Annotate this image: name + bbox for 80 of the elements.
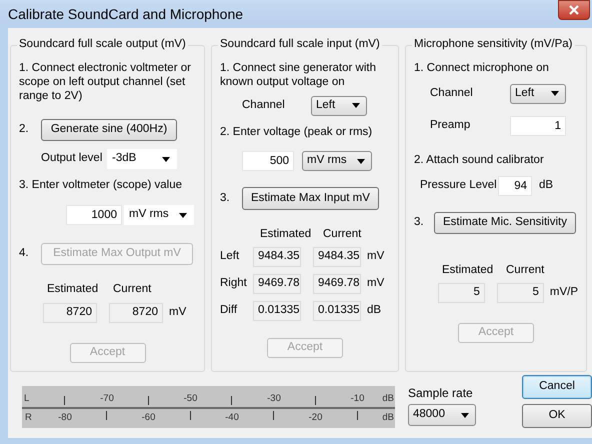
instruction-text: 1. Connect electronic voltmeter or scope on left output channel (set range to 2V) — [19, 62, 192, 104]
column-header: Estimated — [47, 283, 100, 297]
scale-label: -20 — [308, 412, 322, 424]
caret-icon — [357, 158, 365, 164]
readout-field: 8720 — [43, 302, 97, 323]
close-button[interactable] — [558, 0, 590, 20]
unit-label: mV — [367, 250, 384, 264]
readout-field: 5 — [438, 283, 485, 304]
readout-field: 9469.78 — [253, 274, 301, 294]
dropdown[interactable]: -3dB — [107, 149, 177, 170]
unit-label: dB — [382, 412, 394, 424]
caret-icon — [162, 156, 170, 162]
dialog-button[interactable]: OK — [522, 404, 592, 428]
push-button[interactable]: Generate sine (400Hz) — [41, 119, 177, 142]
readout-field: 0.01335 — [313, 301, 361, 322]
scale-label: -80 — [58, 412, 72, 424]
step-number: 4. — [19, 247, 30, 262]
unit-label: dB — [367, 304, 382, 318]
instruction-text: 1. Connect microphone on — [414, 62, 550, 76]
field-label: Output level — [41, 152, 104, 166]
column-header: Estimated — [260, 228, 312, 242]
row-label: Right — [220, 277, 248, 292]
instruction-text: 3. Enter voltmeter (scope) value — [19, 179, 183, 194]
dropdown[interactable]: mV rms — [302, 151, 372, 172]
readout-field: 9469.78 — [313, 274, 361, 294]
instruction-text: 2. Enter voltage (peak or rms) — [220, 126, 374, 140]
dropdown[interactable]: Left — [510, 84, 566, 104]
scale-label: -40 — [225, 412, 239, 424]
step-number: 2. — [19, 123, 30, 138]
scale-label: -70 — [100, 393, 114, 404]
dropdown[interactable]: mV rms — [124, 205, 194, 226]
unit-label: dB — [382, 393, 394, 404]
input-field[interactable]: 1000 — [66, 205, 122, 226]
readout-field: 0.01335 — [253, 301, 301, 322]
readout-field: 5 — [496, 283, 544, 304]
input-field[interactable]: 1 — [510, 116, 566, 136]
step-number: 3. — [414, 216, 425, 230]
dropdown[interactable]: 48000 — [408, 404, 476, 426]
unit-label: mV — [169, 306, 186, 320]
readout-field: 9484.35 — [313, 247, 361, 268]
field-label: Channel — [430, 86, 474, 101]
field-label: Sample rate — [408, 386, 474, 400]
scale-label: -60 — [142, 412, 156, 424]
row-label: Diff — [220, 304, 238, 318]
field-label: Preamp — [430, 118, 472, 133]
scale-label: -10 — [350, 393, 364, 404]
meter-label: R — [25, 412, 32, 424]
group-title: Soundcard full scale output (mV) — [17, 38, 188, 52]
unit-label: mV/P — [550, 286, 578, 300]
scale-label: -50 — [184, 393, 198, 404]
step-number: 3. — [220, 192, 231, 206]
close-icon — [569, 5, 579, 15]
instruction-text: 2. Attach sound calibrator — [414, 154, 545, 168]
caret-icon — [461, 412, 469, 418]
unit-label: dB — [539, 178, 554, 192]
caret-icon — [179, 212, 187, 218]
row-label: Left — [220, 250, 240, 264]
group-title: Microphone sensitivity (mV/Pa) — [412, 38, 574, 52]
meter-label: L — [24, 393, 30, 404]
group-title: Soundcard full scale input (mV) — [218, 38, 382, 52]
caret-icon — [551, 91, 559, 96]
column-header: Current — [506, 264, 544, 278]
dialog-button[interactable]: Cancel — [522, 375, 592, 399]
dropdown[interactable]: Left — [311, 96, 367, 116]
column-header: Current — [323, 228, 362, 242]
unit-label: mV — [367, 277, 384, 292]
field-label: Channel — [242, 98, 286, 112]
readout-field: 8720 — [109, 302, 163, 323]
scale-label: -30 — [267, 393, 281, 404]
input-field[interactable]: 500 — [242, 151, 294, 172]
push-button[interactable]: Estimate Max Input mV — [242, 187, 379, 210]
column-header: Current — [113, 283, 152, 297]
push-button[interactable]: Estimate Mic. Sensitivity — [434, 212, 576, 234]
caret-icon — [352, 103, 360, 108]
column-header: Estimated — [442, 264, 494, 278]
input-field[interactable]: 94 — [498, 176, 532, 196]
instruction-text: 1. Connect sine generator with known output voltage on — [220, 62, 377, 90]
field-label: Pressure Level — [420, 178, 498, 192]
readout-field: 9484.35 — [253, 247, 301, 268]
window-title: Calibrate SoundCard and Microphone — [8, 6, 244, 22]
